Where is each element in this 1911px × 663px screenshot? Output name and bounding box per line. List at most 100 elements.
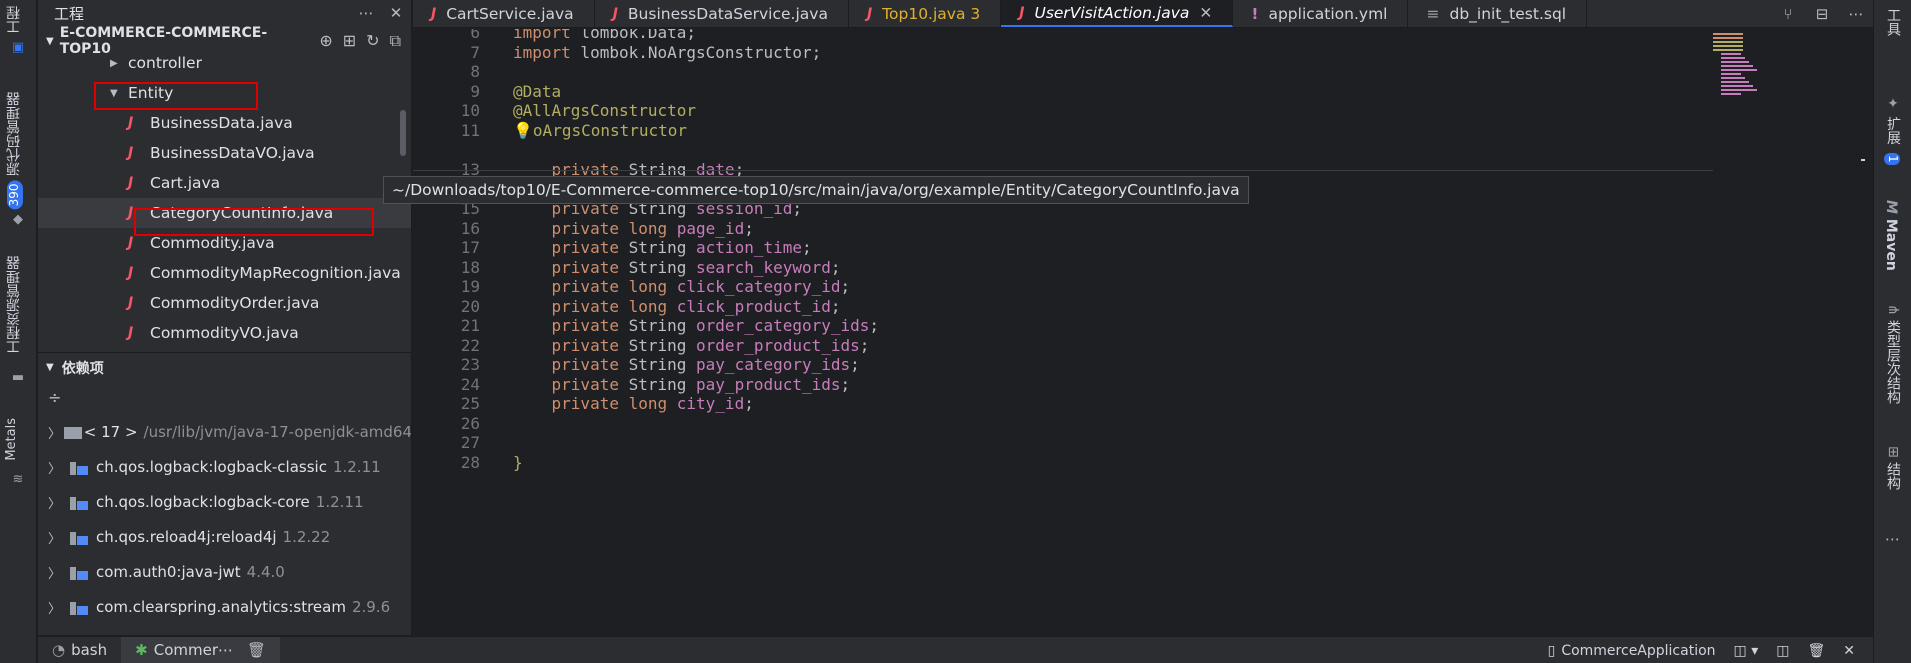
code-token: lombok.NoArgsConstructor; <box>570 43 822 62</box>
vcs-tool-label: 源代码管理器 <box>6 92 22 176</box>
tab-application-yml[interactable]: ! application.yml <box>1233 0 1409 27</box>
dependency-item[interactable]: 〉 ch.qos.logback:logback-core 1.2.11 <box>38 487 411 517</box>
chevron-down-icon: ▼ <box>46 362 54 373</box>
java-file-icon: J <box>128 115 134 131</box>
tab-top10[interactable]: J Top10.java 3 <box>849 0 1002 27</box>
tree-item-label: Cart.java <box>150 174 221 192</box>
tab-businessdataservice[interactable]: J BusinessDataService.java <box>595 0 849 27</box>
vcs-badge: 390 <box>7 180 23 210</box>
left-activity-bar: 工程 ▣ 390 源代码管理器 ◆ 工程资源管理器 ▬ Metals ≋ <box>0 0 37 663</box>
hierarchy-tool-button[interactable]: ⋔ 类型层次结构 <box>1883 304 1903 404</box>
collapse-icon[interactable]: ÷ <box>48 388 61 407</box>
line-number: 8 <box>470 62 480 81</box>
code-text: private String order_category_ids; <box>513 316 880 335</box>
minimap-line <box>1713 45 1743 47</box>
maven-label: Maven <box>1883 218 1899 271</box>
library-icon <box>70 495 90 510</box>
minimap[interactable] <box>1713 33 1773 133</box>
project-toolbar-icons[interactable]: ⊕⊞↻⧉ <box>319 31 411 51</box>
line-number: 20 <box>460 297 480 316</box>
lightbulb-icon[interactable]: 💡 <box>513 121 533 140</box>
dependency-item[interactable]: 〉 ch.qos.logback:logback-classic 1.2.11 <box>38 452 411 482</box>
dependency-item[interactable]: 〉 com.auth0:java-jwt 4.4.0 <box>38 557 411 587</box>
code-token: @AllArgsConstructor <box>513 101 697 120</box>
code-token: import <box>513 29 571 42</box>
trash-icon[interactable]: 🗑 <box>1807 643 1825 659</box>
tree-scrollbar[interactable] <box>400 110 406 156</box>
right-activity-bar: 工具 ✦ 扩展 1 M Maven ⋔ 类型层次结构 ⊞ 结构 ⋯ <box>1873 0 1911 663</box>
more-icon[interactable]: ⋯ <box>1885 530 1900 548</box>
dependencies-title: 依赖项 <box>61 360 104 377</box>
code-token: pay_product_ids <box>696 375 841 394</box>
project-icon[interactable]: ▣ <box>9 40 27 56</box>
tab-uservisitaction[interactable]: J UserVisitAction.java ✕ <box>1001 0 1234 27</box>
java-file-icon: J <box>866 5 873 22</box>
tree-item-controller[interactable]: ▶ controller <box>38 56 411 78</box>
minimap-line <box>1721 53 1741 55</box>
tab-label: db_init_test.sql <box>1449 4 1567 23</box>
tree-item-java[interactable]: J CommodityMapRecognition.java <box>38 258 411 288</box>
project-root[interactable]: ▼ E-COMMERCE-COMMERCE-TOP10 ⊕⊞↻⧉ <box>38 25 411 57</box>
explorer-tool-label[interactable]: 工程资源管理器 <box>4 256 24 354</box>
close-icon[interactable]: ✕ <box>1199 4 1212 22</box>
tab-cartservice[interactable]: J CartService.java <box>413 0 595 27</box>
code-token: pay_category_ids <box>696 355 851 374</box>
code-token: city_id <box>676 394 745 413</box>
code-line[interactable]: 28} <box>413 453 1713 477</box>
code-line[interactable]: 11 💡oArgsConstructor <box>413 121 1713 145</box>
split-editor-icon[interactable]: ⊟ <box>1805 5 1839 23</box>
code-text: private String pay_category_ids; <box>513 355 860 374</box>
code-token: ; <box>830 297 841 316</box>
structure-tool-button[interactable]: ⊞ 结构 <box>1883 446 1903 490</box>
dependency-item[interactable]: 〉 com.clearspring.analytics:stream 2.9.6 <box>38 592 411 622</box>
metals-tool-label[interactable]: Metals <box>4 418 19 461</box>
close-icon[interactable]: ✕ <box>1843 643 1855 659</box>
tree-item-java[interactable]: J BusinessDataVO.java <box>38 138 411 168</box>
chevron-right-icon: 〉 <box>48 426 62 442</box>
code-text: private long page_id; <box>513 219 754 238</box>
more-icon[interactable]: ⋯ <box>1839 5 1873 23</box>
run-tab-commerce[interactable]: ✱ Commer⋯ 🗑 <box>121 636 281 663</box>
explorer-icon[interactable]: ▬ <box>9 370 27 386</box>
highlight-box-categorycountinfo <box>134 208 374 236</box>
file-path-tooltip: ~/Downloads/top10/E-Commerce-commerce-to… <box>383 176 1249 204</box>
extensions-tool-button[interactable]: ✦ 扩展 1 <box>1883 96 1903 165</box>
code-text: 💡oArgsConstructor <box>513 121 687 140</box>
tree-item-java[interactable]: J Cart.java <box>38 168 411 198</box>
tab-db-init-test-sql[interactable]: ≡ db_init_test.sql <box>1408 0 1588 27</box>
database-file-icon: ≡ <box>1426 4 1440 23</box>
split-icon[interactable]: ◫ ▾ <box>1734 643 1759 659</box>
java-file-icon: J <box>431 5 437 22</box>
hierarchy-icon: ⋔ <box>1885 304 1901 316</box>
terminal-tab-bash[interactable]: ◔ bash <box>38 637 121 663</box>
code-editor[interactable]: 6 import lombok.Data; 7 import lombok.NoArg… <box>413 29 1873 635</box>
line-number: 24 <box>460 375 480 394</box>
tree-item-label: BusinessDataVO.java <box>150 144 315 162</box>
tree-item-java[interactable]: J CommodityVO.java <box>38 318 411 348</box>
dependencies-header[interactable]: ▼ 依赖项 <box>38 352 411 382</box>
dependency-item[interactable]: 〉 < 17 > /usr/lib/jvm/java-17-openjdk-am… <box>38 417 411 447</box>
dependency-item[interactable]: 〉 ch.qos.reload4j:reload4j 1.2.22 <box>38 522 411 552</box>
library-icon <box>70 460 90 475</box>
metals-icon[interactable]: ≋ <box>9 472 27 488</box>
code-token: String <box>618 375 697 394</box>
layout-icon[interactable]: ◫ <box>1776 643 1789 659</box>
run-config-label[interactable]: CommerceApplication <box>1561 643 1715 659</box>
branch-icon[interactable]: ⑂ <box>1771 5 1805 23</box>
more-options-icon[interactable]: ⋯ <box>351 4 381 22</box>
tab-label: CartService.java <box>446 4 574 23</box>
tree-item-java[interactable]: J BusinessData.java <box>38 108 411 138</box>
maven-tool-button[interactable]: M Maven <box>1883 200 1899 271</box>
tools-label[interactable]: 工具 <box>1883 8 1903 36</box>
tree-item-java[interactable]: J CommodityOrder.java <box>38 288 411 318</box>
delete-icon[interactable]: 🗑 <box>247 641 266 659</box>
code-text: private long click_category_id; <box>513 277 851 296</box>
tree-item-label: controller <box>128 56 202 72</box>
dependency-name: ch.qos.logback:logback-classic <box>96 458 327 476</box>
git-icon[interactable]: ◆ <box>9 212 27 228</box>
vcs-tool-button[interactable]: 390 源代码管理器 <box>4 92 24 210</box>
project-tool-label[interactable]: 工程 <box>4 6 24 34</box>
close-panel-icon[interactable]: ✕ <box>381 4 411 22</box>
